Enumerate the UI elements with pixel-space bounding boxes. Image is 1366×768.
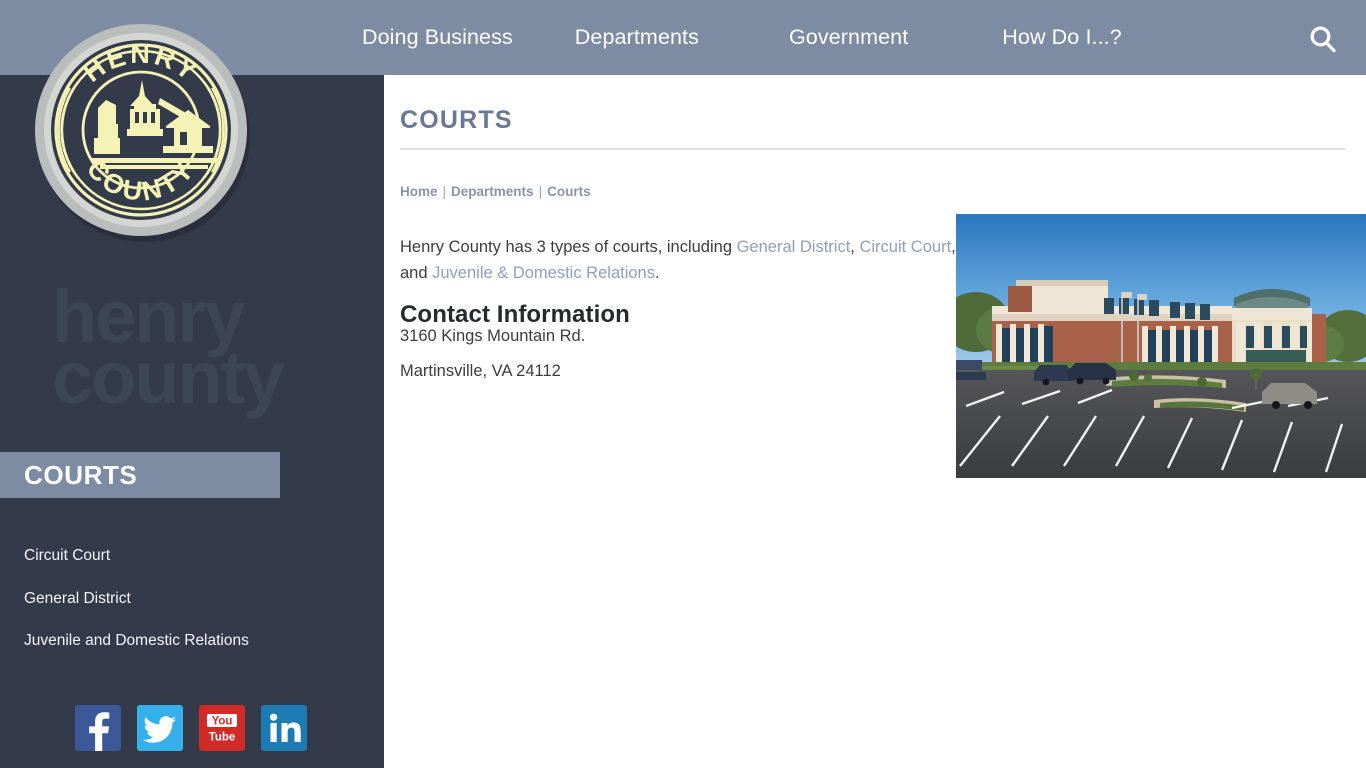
intro-text-1: Henry County has 3 types of courts, incl… [400, 237, 737, 256]
sidebar-section-title: COURTS [0, 452, 280, 498]
linkedin-icon[interactable] [261, 705, 307, 751]
search-icon[interactable] [1305, 22, 1341, 58]
county-seal-logo[interactable]: HENRY COUNTY [30, 12, 252, 248]
site-watermark: henry county [52, 280, 342, 420]
link-juvenile-domestic-relations[interactable]: Juvenile & Domestic Relations [432, 264, 655, 282]
svg-text:Tube: Tube [209, 732, 236, 744]
address-line-2: Martinsville, VA 24112 [400, 362, 561, 380]
breadcrumb-separator-1: | [442, 184, 447, 199]
main-menu: Doing Business Departments Government Ho… [340, 0, 1122, 75]
breadcrumb-current[interactable]: Courts [547, 184, 591, 199]
link-circuit-court[interactable]: Circuit Court [859, 238, 951, 256]
social-links: You Tube [75, 705, 307, 751]
courthouse-photo [956, 214, 1366, 478]
facebook-icon[interactable] [75, 705, 121, 751]
contact-information-heading: Contact Information [400, 300, 630, 328]
svg-text:You: You [212, 716, 233, 728]
sidebar-item-circuit-court[interactable]: Circuit Court [24, 548, 354, 564]
sidebar-item-general-district[interactable]: General District [24, 590, 354, 607]
sidebar-section-title-label: COURTS [24, 459, 138, 490]
page-root: henry county COURTS Circuit Court Genera… [0, 0, 1366, 768]
nav-item-how-do-i[interactable]: How Do I...? [1002, 25, 1122, 50]
nav-item-departments[interactable]: Departments [575, 25, 699, 50]
page-title: COURTS [400, 106, 513, 134]
nav-item-government[interactable]: Government [789, 25, 908, 50]
breadcrumb: Home | Departments | Courts [400, 184, 591, 199]
sidebar-link-list: Circuit Court General District Juvenile … [24, 548, 354, 676]
youtube-icon[interactable]: You Tube [199, 705, 245, 751]
intro-paragraph: Henry County has 3 types of courts, incl… [400, 234, 956, 286]
intro-text-4: . [654, 263, 660, 282]
breadcrumb-home[interactable]: Home [400, 184, 438, 199]
main-content: COURTS Home | Departments | Courts Henry Cou… [384, 75, 1366, 768]
title-divider [400, 148, 1345, 150]
link-general-district[interactable]: General District [737, 238, 851, 256]
address-line-1: 3160 Kings Mountain Rd. [400, 327, 586, 345]
sidebar-item-juvenile-domestic-relations[interactable]: Juvenile and Domestic Relations [24, 633, 354, 649]
breadcrumb-separator-2: | [538, 184, 543, 199]
watermark-line-2: county [52, 336, 285, 420]
nav-item-doing-business[interactable]: Doing Business [362, 25, 513, 50]
breadcrumb-departments[interactable]: Departments [451, 184, 534, 199]
twitter-icon[interactable] [137, 705, 183, 751]
